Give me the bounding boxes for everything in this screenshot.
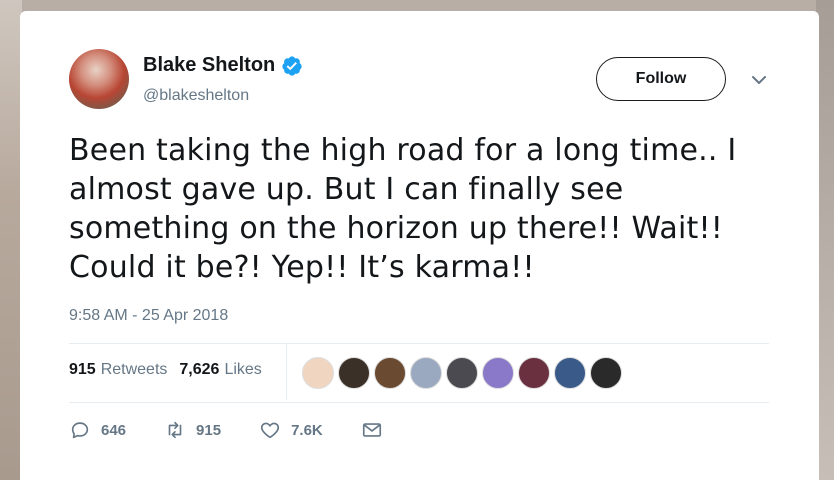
reply-button[interactable]: 646: [69, 419, 126, 441]
verified-badge-icon: [282, 55, 302, 76]
liker-avatar[interactable]: [482, 357, 514, 389]
liker-avatars: [302, 357, 622, 389]
liker-avatar[interactable]: [410, 357, 442, 389]
user-name-row: Blake Shelton: [143, 54, 303, 77]
liker-avatar[interactable]: [590, 357, 622, 389]
divider-bottom: [69, 402, 769, 403]
divider-top: [69, 343, 769, 344]
tweet-timestamp[interactable]: 9:58 AM - 25 Apr 2018: [69, 307, 228, 325]
liker-avatar[interactable]: [374, 357, 406, 389]
tweet-text: Been taking the high road for a long tim…: [69, 133, 737, 285]
retweets-label[interactable]: Retweets: [101, 361, 168, 379]
follow-button[interactable]: Follow: [596, 57, 726, 101]
user-handle[interactable]: @blakeshelton: [143, 87, 249, 105]
user-name[interactable]: Blake Shelton: [143, 54, 275, 77]
liker-avatar[interactable]: [302, 357, 334, 389]
tweet-card: Blake Shelton @blakeshelton Follow Been …: [20, 11, 819, 480]
retweet-icon: [168, 421, 182, 439]
reply-count: 646: [101, 421, 127, 439]
chevron-down-icon[interactable]: [749, 70, 769, 90]
liker-avatar[interactable]: [518, 357, 550, 389]
retweets-count[interactable]: 915: [69, 361, 96, 379]
engagement-stats: 915 Retweets 7,626 Likes: [69, 361, 274, 379]
envelope-icon: [362, 423, 381, 437]
liker-avatar[interactable]: [338, 357, 370, 389]
avatar[interactable]: [69, 49, 129, 109]
like-count: 7.6K: [291, 421, 323, 439]
liker-avatar[interactable]: [554, 357, 586, 389]
heart-icon: [260, 422, 280, 439]
retweet-count: 915: [196, 421, 222, 439]
like-button[interactable]: 7.6K: [259, 419, 323, 441]
direct-message-button[interactable]: [361, 419, 383, 441]
retweet-button[interactable]: 915: [164, 419, 221, 441]
background-left: [0, 0, 22, 480]
tweet-actions: 646 915 7.6K: [69, 419, 421, 441]
reply-icon: [71, 422, 89, 439]
likes-count[interactable]: 7,626: [179, 361, 219, 379]
liker-avatar[interactable]: [446, 357, 478, 389]
likes-label[interactable]: Likes: [224, 361, 261, 379]
stats-separator: [286, 344, 287, 400]
